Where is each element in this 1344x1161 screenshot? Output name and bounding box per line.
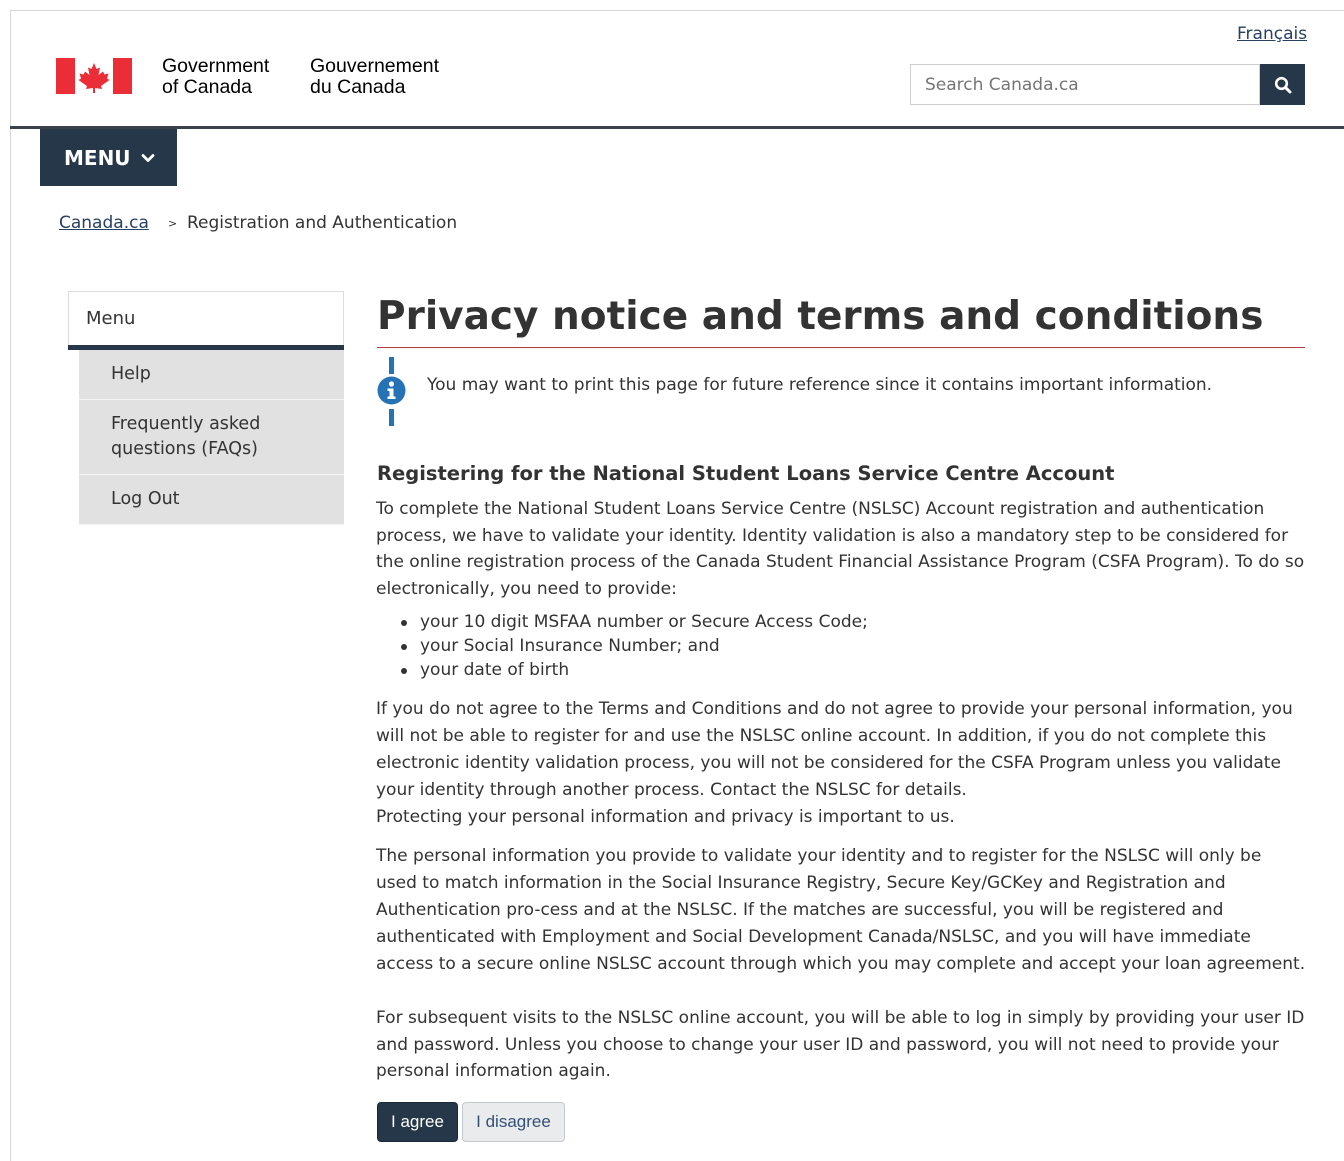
info-icon — [377, 376, 406, 405]
paragraph-info-usage: The personal information you provide to … — [376, 846, 1306, 974]
paragraph-intro: To complete the National Student Loans S… — [376, 499, 1305, 599]
info-bar-bottom — [389, 409, 394, 426]
signature-en-line1: Government — [162, 55, 270, 77]
paragraph-subsequent-visits: For subsequent visits to the NSLSC onlin… — [376, 1008, 1305, 1081]
side-menu-item-faqs[interactable]: Frequently asked questions (FAQs) — [79, 400, 344, 475]
side-menu-item-logout[interactable]: Log Out — [79, 475, 344, 525]
signature-fr-line2: du Canada — [310, 76, 406, 98]
page-title: Privacy notice and terms and conditions — [377, 294, 1264, 339]
breadcrumb-current: Registration and Authentication — [187, 213, 458, 233]
signature-french[interactable]: Gouvernement du Canada — [310, 56, 439, 98]
list-item: your 10 digit MSFAA number or Secure Acc… — [398, 610, 868, 634]
agree-button[interactable]: I agree — [377, 1102, 458, 1142]
side-menu-item-help[interactable]: Help — [79, 350, 344, 400]
list-item: your date of birth — [398, 658, 868, 682]
paragraph-disagree-consequence: If you do not agree to the Terms and Con… — [376, 699, 1293, 800]
info-bar-top — [389, 357, 394, 374]
menu-button-label: MENU — [64, 145, 131, 170]
info-alert-text: You may want to print this page for futu… — [427, 375, 1213, 395]
breadcrumb-separator: > — [168, 217, 178, 230]
search-icon — [1274, 76, 1291, 93]
side-menu-item-label: Help — [111, 364, 151, 384]
canada-flag-icon — [56, 58, 132, 94]
breadcrumb-home-link[interactable]: Canada.ca — [59, 213, 149, 233]
side-menu-list: Help Frequently asked questions (FAQs) L… — [79, 350, 344, 525]
signature-en-line2: of Canada — [162, 76, 252, 98]
search-button[interactable] — [1260, 64, 1305, 105]
search-input[interactable] — [910, 64, 1260, 105]
side-menu-item-label: Frequently asked — [111, 414, 261, 434]
signature-fr-line1: Gouvernement — [310, 55, 439, 77]
side-menu-item-label: questions (FAQs) — [111, 439, 258, 459]
chevron-down-icon — [141, 153, 154, 162]
main-menu-button[interactable]: MENU — [40, 129, 177, 186]
header-divider — [10, 126, 1344, 129]
signature-english[interactable]: Government of Canada — [162, 56, 269, 98]
title-underline — [377, 347, 1305, 348]
list-item: your Social Insurance Number; and — [398, 634, 868, 658]
language-toggle-link[interactable]: Français — [1237, 24, 1307, 44]
required-info-list: your 10 digit MSFAA number or Secure Acc… — [398, 610, 868, 682]
side-menu-item-label: Log Out — [111, 489, 180, 509]
paragraph-privacy-importance: Protecting your personal information and… — [376, 807, 955, 827]
disagree-button[interactable]: I disagree — [462, 1102, 565, 1142]
side-menu-heading: Menu — [68, 291, 344, 348]
section-heading: Registering for the National Student Loa… — [377, 462, 1115, 485]
